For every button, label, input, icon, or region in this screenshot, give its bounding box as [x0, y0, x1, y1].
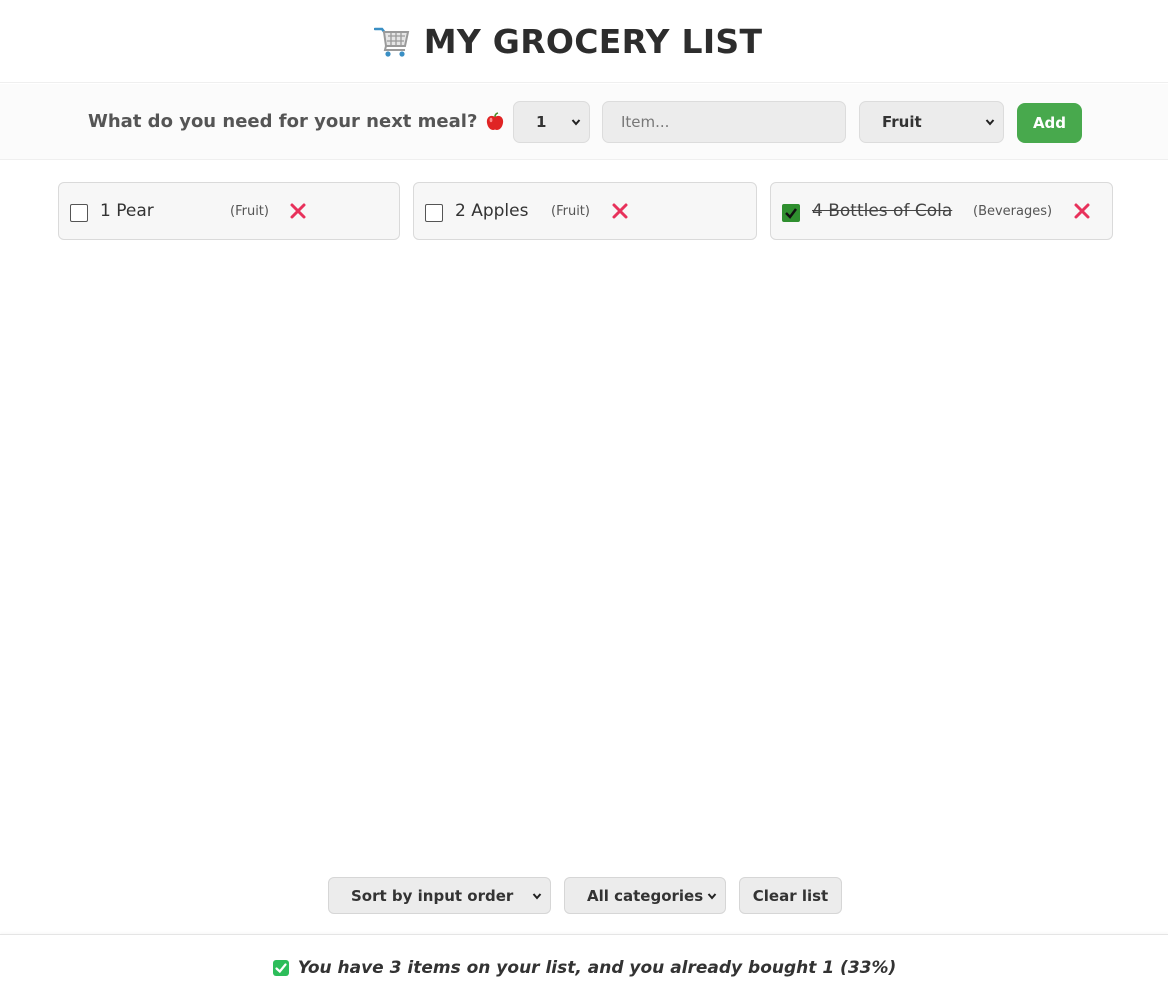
- category-filter-select[interactable]: All categories: [564, 877, 726, 914]
- apple-icon: [485, 111, 505, 132]
- list-item: 4 Bottles of Cola (Beverages): [770, 182, 1113, 240]
- add-button[interactable]: Add: [1017, 103, 1082, 143]
- chevron-down-icon: [985, 119, 995, 126]
- item-category: (Fruit): [230, 204, 269, 219]
- chevron-down-icon: [707, 893, 717, 900]
- list-item: 2 Apples (Fruit): [413, 182, 757, 240]
- delete-icon[interactable]: [611, 202, 629, 220]
- item-name: 1 Pear: [100, 201, 154, 221]
- stats-footer: You have 3 items on your list, and you a…: [0, 934, 1168, 1000]
- chevron-down-icon: [532, 893, 542, 900]
- title-text: MY GROCERY LIST: [423, 21, 763, 61]
- item-name: 4 Bottles of Cola: [812, 201, 953, 221]
- check-icon: [272, 959, 290, 977]
- app-header: MY GROCERY LIST: [0, 0, 1168, 83]
- item-input[interactable]: Item...: [602, 101, 846, 143]
- delete-icon[interactable]: [1073, 202, 1091, 220]
- item-checkbox[interactable]: [70, 204, 88, 222]
- item-placeholder: Item...: [621, 113, 670, 131]
- item-name: 2 Apples: [455, 201, 529, 221]
- sort-select[interactable]: Sort by input order: [328, 877, 551, 914]
- list-item: 1 Pear (Fruit): [58, 182, 400, 240]
- filter-value: All categories: [587, 886, 704, 905]
- category-value: Fruit: [882, 113, 922, 131]
- item-category: (Fruit): [551, 204, 590, 219]
- quantity-select[interactable]: 1: [513, 101, 590, 143]
- delete-icon[interactable]: [289, 202, 307, 220]
- question-text: What do you need for your next meal?: [88, 111, 478, 132]
- page-title: MY GROCERY LIST: [373, 21, 763, 61]
- item-checkbox[interactable]: [425, 204, 443, 222]
- stats-text: You have 3 items on your list, and you a…: [297, 957, 897, 978]
- shopping-cart-icon: [373, 24, 410, 58]
- sort-value: Sort by input order: [351, 886, 514, 905]
- item-checkbox[interactable]: [782, 204, 800, 222]
- clear-list-button[interactable]: Clear list: [739, 877, 842, 914]
- category-select[interactable]: Fruit: [859, 101, 1004, 143]
- item-category: (Beverages): [973, 204, 1053, 219]
- chevron-down-icon: [571, 119, 581, 126]
- stats: You have 3 items on your list, and you a…: [272, 957, 897, 978]
- add-item-form: What do you need for your next meal? 1 I…: [0, 84, 1168, 160]
- form-question: What do you need for your next meal?: [88, 111, 505, 132]
- quantity-value: 1: [536, 113, 547, 131]
